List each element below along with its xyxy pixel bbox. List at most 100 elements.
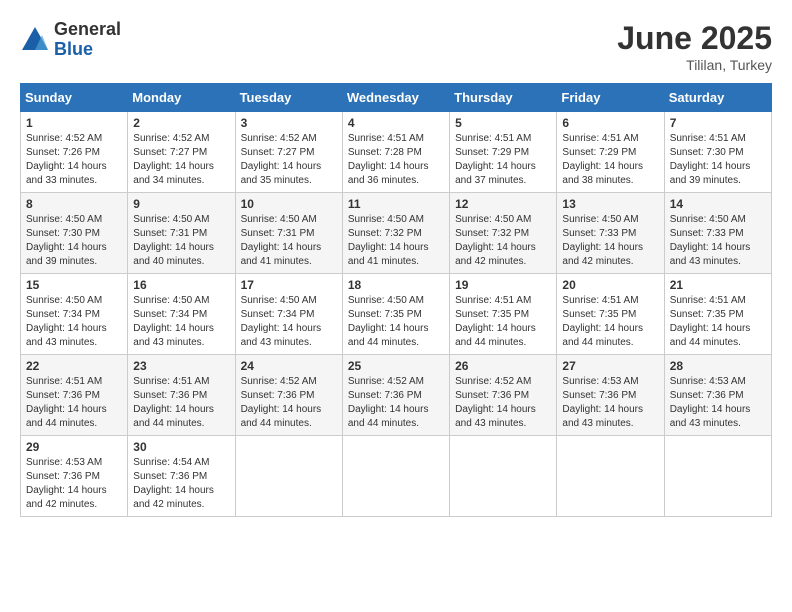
day-number: 24 xyxy=(241,359,337,373)
day-number: 28 xyxy=(670,359,766,373)
day-number: 30 xyxy=(133,440,229,454)
col-tuesday: Tuesday xyxy=(235,84,342,112)
col-saturday: Saturday xyxy=(664,84,771,112)
day-info: Sunrise: 4:50 AM Sunset: 7:35 PM Dayligh… xyxy=(348,294,444,350)
day-cell-7: 7 Sunrise: 4:51 AM Sunset: 7:30 PM Dayli… xyxy=(664,112,771,193)
day-cell-19: 19 Sunrise: 4:51 AM Sunset: 7:35 PM Dayl… xyxy=(450,274,557,355)
day-info: Sunrise: 4:51 AM Sunset: 7:35 PM Dayligh… xyxy=(455,294,551,350)
day-number: 14 xyxy=(670,197,766,211)
day-info: Sunrise: 4:54 AM Sunset: 7:36 PM Dayligh… xyxy=(133,456,229,512)
month-title: June 2025 xyxy=(617,20,772,57)
day-cell-25: 25 Sunrise: 4:52 AM Sunset: 7:36 PM Dayl… xyxy=(342,355,449,436)
day-number: 17 xyxy=(241,278,337,292)
day-number: 5 xyxy=(455,116,551,130)
day-cell-12: 12 Sunrise: 4:50 AM Sunset: 7:32 PM Dayl… xyxy=(450,193,557,274)
day-cell-21: 21 Sunrise: 4:51 AM Sunset: 7:35 PM Dayl… xyxy=(664,274,771,355)
empty-cell xyxy=(557,436,664,517)
day-info: Sunrise: 4:50 AM Sunset: 7:34 PM Dayligh… xyxy=(133,294,229,350)
logo-text: General Blue xyxy=(54,20,121,60)
empty-cell xyxy=(450,436,557,517)
day-number: 21 xyxy=(670,278,766,292)
day-info: Sunrise: 4:50 AM Sunset: 7:33 PM Dayligh… xyxy=(562,213,658,269)
day-cell-17: 17 Sunrise: 4:50 AM Sunset: 7:34 PM Dayl… xyxy=(235,274,342,355)
day-info: Sunrise: 4:51 AM Sunset: 7:29 PM Dayligh… xyxy=(455,132,551,188)
logo-icon xyxy=(20,25,50,55)
empty-cell xyxy=(342,436,449,517)
day-cell-30: 30 Sunrise: 4:54 AM Sunset: 7:36 PM Dayl… xyxy=(128,436,235,517)
week-row-4: 22 Sunrise: 4:51 AM Sunset: 7:36 PM Dayl… xyxy=(21,355,772,436)
col-sunday: Sunday xyxy=(21,84,128,112)
day-number: 13 xyxy=(562,197,658,211)
day-number: 2 xyxy=(133,116,229,130)
day-info: Sunrise: 4:50 AM Sunset: 7:30 PM Dayligh… xyxy=(26,213,122,269)
day-number: 11 xyxy=(348,197,444,211)
day-info: Sunrise: 4:50 AM Sunset: 7:34 PM Dayligh… xyxy=(26,294,122,350)
day-info: Sunrise: 4:52 AM Sunset: 7:27 PM Dayligh… xyxy=(241,132,337,188)
day-info: Sunrise: 4:51 AM Sunset: 7:36 PM Dayligh… xyxy=(133,375,229,431)
day-number: 26 xyxy=(455,359,551,373)
day-cell-16: 16 Sunrise: 4:50 AM Sunset: 7:34 PM Dayl… xyxy=(128,274,235,355)
day-cell-1: 1 Sunrise: 4:52 AM Sunset: 7:26 PM Dayli… xyxy=(21,112,128,193)
day-info: Sunrise: 4:50 AM Sunset: 7:34 PM Dayligh… xyxy=(241,294,337,350)
day-number: 6 xyxy=(562,116,658,130)
day-cell-18: 18 Sunrise: 4:50 AM Sunset: 7:35 PM Dayl… xyxy=(342,274,449,355)
day-cell-24: 24 Sunrise: 4:52 AM Sunset: 7:36 PM Dayl… xyxy=(235,355,342,436)
col-monday: Monday xyxy=(128,84,235,112)
location-text: Tililan, Turkey xyxy=(617,57,772,73)
empty-cell xyxy=(235,436,342,517)
logo-general-text: General xyxy=(54,20,121,40)
day-cell-10: 10 Sunrise: 4:50 AM Sunset: 7:31 PM Dayl… xyxy=(235,193,342,274)
day-info: Sunrise: 4:50 AM Sunset: 7:32 PM Dayligh… xyxy=(348,213,444,269)
day-info: Sunrise: 4:51 AM Sunset: 7:35 PM Dayligh… xyxy=(562,294,658,350)
calendar-table: Sunday Monday Tuesday Wednesday Thursday… xyxy=(20,83,772,517)
col-thursday: Thursday xyxy=(450,84,557,112)
day-info: Sunrise: 4:52 AM Sunset: 7:26 PM Dayligh… xyxy=(26,132,122,188)
day-number: 1 xyxy=(26,116,122,130)
day-cell-28: 28 Sunrise: 4:53 AM Sunset: 7:36 PM Dayl… xyxy=(664,355,771,436)
day-cell-2: 2 Sunrise: 4:52 AM Sunset: 7:27 PM Dayli… xyxy=(128,112,235,193)
day-number: 9 xyxy=(133,197,229,211)
logo-blue-text: Blue xyxy=(54,40,121,60)
day-cell-13: 13 Sunrise: 4:50 AM Sunset: 7:33 PM Dayl… xyxy=(557,193,664,274)
day-cell-6: 6 Sunrise: 4:51 AM Sunset: 7:29 PM Dayli… xyxy=(557,112,664,193)
day-cell-3: 3 Sunrise: 4:52 AM Sunset: 7:27 PM Dayli… xyxy=(235,112,342,193)
day-cell-15: 15 Sunrise: 4:50 AM Sunset: 7:34 PM Dayl… xyxy=(21,274,128,355)
day-info: Sunrise: 4:52 AM Sunset: 7:36 PM Dayligh… xyxy=(241,375,337,431)
day-number: 7 xyxy=(670,116,766,130)
day-cell-26: 26 Sunrise: 4:52 AM Sunset: 7:36 PM Dayl… xyxy=(450,355,557,436)
weekday-header-row: Sunday Monday Tuesday Wednesday Thursday… xyxy=(21,84,772,112)
day-number: 22 xyxy=(26,359,122,373)
empty-cell xyxy=(664,436,771,517)
day-number: 8 xyxy=(26,197,122,211)
day-info: Sunrise: 4:50 AM Sunset: 7:31 PM Dayligh… xyxy=(241,213,337,269)
day-cell-23: 23 Sunrise: 4:51 AM Sunset: 7:36 PM Dayl… xyxy=(128,355,235,436)
day-number: 19 xyxy=(455,278,551,292)
week-row-2: 8 Sunrise: 4:50 AM Sunset: 7:30 PM Dayli… xyxy=(21,193,772,274)
day-info: Sunrise: 4:51 AM Sunset: 7:29 PM Dayligh… xyxy=(562,132,658,188)
day-number: 16 xyxy=(133,278,229,292)
day-info: Sunrise: 4:52 AM Sunset: 7:27 PM Dayligh… xyxy=(133,132,229,188)
day-number: 20 xyxy=(562,278,658,292)
day-number: 29 xyxy=(26,440,122,454)
day-number: 15 xyxy=(26,278,122,292)
day-info: Sunrise: 4:53 AM Sunset: 7:36 PM Dayligh… xyxy=(26,456,122,512)
day-number: 4 xyxy=(348,116,444,130)
day-cell-9: 9 Sunrise: 4:50 AM Sunset: 7:31 PM Dayli… xyxy=(128,193,235,274)
day-number: 18 xyxy=(348,278,444,292)
week-row-3: 15 Sunrise: 4:50 AM Sunset: 7:34 PM Dayl… xyxy=(21,274,772,355)
day-number: 10 xyxy=(241,197,337,211)
week-row-5: 29 Sunrise: 4:53 AM Sunset: 7:36 PM Dayl… xyxy=(21,436,772,517)
page-header: General Blue June 2025 Tililan, Turkey xyxy=(20,20,772,73)
day-cell-11: 11 Sunrise: 4:50 AM Sunset: 7:32 PM Dayl… xyxy=(342,193,449,274)
day-cell-22: 22 Sunrise: 4:51 AM Sunset: 7:36 PM Dayl… xyxy=(21,355,128,436)
day-number: 12 xyxy=(455,197,551,211)
day-cell-5: 5 Sunrise: 4:51 AM Sunset: 7:29 PM Dayli… xyxy=(450,112,557,193)
day-info: Sunrise: 4:52 AM Sunset: 7:36 PM Dayligh… xyxy=(455,375,551,431)
day-info: Sunrise: 4:51 AM Sunset: 7:35 PM Dayligh… xyxy=(670,294,766,350)
day-cell-8: 8 Sunrise: 4:50 AM Sunset: 7:30 PM Dayli… xyxy=(21,193,128,274)
day-info: Sunrise: 4:50 AM Sunset: 7:31 PM Dayligh… xyxy=(133,213,229,269)
day-info: Sunrise: 4:52 AM Sunset: 7:36 PM Dayligh… xyxy=(348,375,444,431)
day-info: Sunrise: 4:51 AM Sunset: 7:28 PM Dayligh… xyxy=(348,132,444,188)
day-cell-20: 20 Sunrise: 4:51 AM Sunset: 7:35 PM Dayl… xyxy=(557,274,664,355)
day-number: 3 xyxy=(241,116,337,130)
